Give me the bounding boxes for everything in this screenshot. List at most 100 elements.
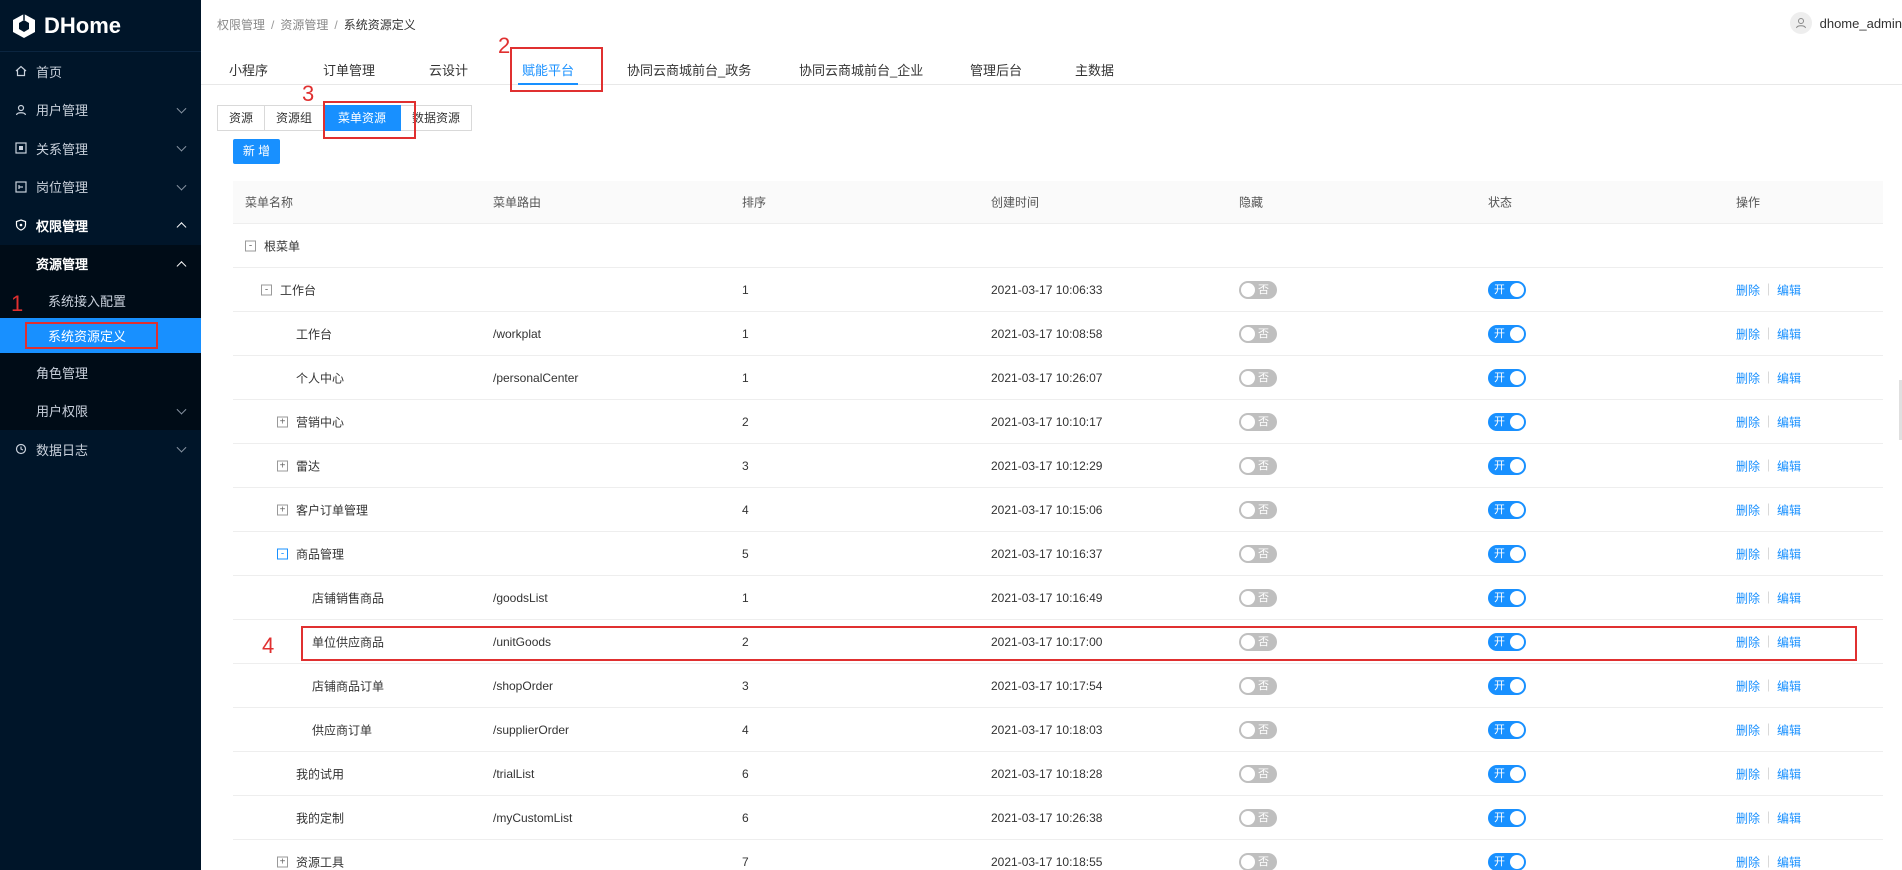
hidden-toggle[interactable]: 否: [1239, 720, 1277, 739]
cell-hidden: 否: [1239, 588, 1277, 607]
table-row: + 雷达 3 2021-03-17 10:12:29 否 开 删除 编辑: [233, 444, 1883, 488]
delete-link[interactable]: 删除: [1736, 281, 1760, 298]
hidden-toggle[interactable]: 否: [1239, 544, 1277, 563]
column-header-route: 菜单路由: [493, 195, 542, 210]
hidden-toggle[interactable]: 否: [1239, 280, 1277, 299]
delete-link[interactable]: 删除: [1736, 501, 1760, 518]
status-toggle[interactable]: 开: [1488, 588, 1526, 607]
sidebar-item-resources[interactable]: 资源管理: [0, 245, 201, 284]
hidden-toggle[interactable]: 否: [1239, 676, 1277, 695]
delete-link[interactable]: 删除: [1736, 369, 1760, 386]
status-toggle[interactable]: 开: [1488, 368, 1526, 387]
status-toggle[interactable]: 开: [1488, 720, 1526, 739]
delete-link[interactable]: 删除: [1736, 545, 1760, 562]
status-toggle[interactable]: 开: [1488, 280, 1526, 299]
hidden-toggle[interactable]: 否: [1239, 368, 1277, 387]
edit-link[interactable]: 编辑: [1777, 765, 1801, 782]
status-toggle[interactable]: 开: [1488, 500, 1526, 519]
delete-link[interactable]: 删除: [1736, 677, 1760, 694]
sidebar-item-data-log[interactable]: 数据日志: [0, 430, 201, 469]
tab-admin-backend[interactable]: 管理后台: [970, 60, 1022, 85]
sidebar-item-user-permissions[interactable]: 用户权限: [0, 392, 201, 431]
tab-miniprogram[interactable]: 小程序: [229, 60, 268, 85]
expand-icon[interactable]: +: [277, 504, 288, 515]
tab-cloud-design[interactable]: 云设计: [429, 60, 468, 85]
status-toggle[interactable]: 开: [1488, 676, 1526, 695]
edit-link[interactable]: 编辑: [1777, 325, 1801, 342]
edit-link[interactable]: 编辑: [1777, 369, 1801, 386]
tab-resource-group[interactable]: 资源组: [265, 105, 325, 131]
delete-link[interactable]: 删除: [1736, 325, 1760, 342]
edit-link[interactable]: 编辑: [1777, 721, 1801, 738]
hidden-toggle[interactable]: 否: [1239, 456, 1277, 475]
cell-order: 2: [742, 634, 749, 649]
hidden-toggle[interactable]: 否: [1239, 808, 1277, 827]
edit-link[interactable]: 编辑: [1777, 633, 1801, 650]
hidden-toggle[interactable]: 否: [1239, 412, 1277, 431]
edit-link[interactable]: 编辑: [1777, 281, 1801, 298]
expand-icon[interactable]: +: [277, 856, 288, 867]
collapse-icon[interactable]: -: [277, 548, 288, 559]
sidebar-item-home[interactable]: 首页: [0, 52, 201, 91]
status-toggle[interactable]: 开: [1488, 456, 1526, 475]
status-toggle[interactable]: 开: [1488, 544, 1526, 563]
delete-link[interactable]: 删除: [1736, 853, 1760, 870]
breadcrumb-item[interactable]: 权限管理: [217, 18, 265, 32]
delete-link[interactable]: 删除: [1736, 457, 1760, 474]
collapse-icon[interactable]: -: [245, 240, 256, 251]
delete-link[interactable]: 删除: [1736, 809, 1760, 826]
sidebar-item-roles[interactable]: 角色管理: [0, 353, 201, 392]
delete-link[interactable]: 删除: [1736, 413, 1760, 430]
edit-link[interactable]: 编辑: [1777, 501, 1801, 518]
delete-link[interactable]: 删除: [1736, 721, 1760, 738]
sidebar-item-system-access[interactable]: 系统接入配置: [0, 283, 201, 318]
edit-link[interactable]: 编辑: [1777, 853, 1801, 870]
toggle-knob: [1510, 722, 1524, 737]
status-toggle[interactable]: 开: [1488, 808, 1526, 827]
tab-mall-enterprise[interactable]: 协同云商城前台_企业: [799, 60, 923, 85]
sidebar-item-positions[interactable]: 岗位管理: [0, 168, 201, 207]
logo[interactable]: DHome: [0, 0, 201, 52]
hidden-toggle[interactable]: 否: [1239, 764, 1277, 783]
hidden-toggle[interactable]: 否: [1239, 500, 1277, 519]
tab-mall-gov[interactable]: 协同云商城前台_政务: [627, 60, 751, 85]
cell-status: 开: [1488, 720, 1526, 739]
status-toggle[interactable]: 开: [1488, 632, 1526, 651]
edit-link[interactable]: 编辑: [1777, 457, 1801, 474]
cell-created: 2021-03-17 10:08:58: [991, 326, 1103, 341]
status-toggle[interactable]: 开: [1488, 324, 1526, 343]
add-button[interactable]: 新 增: [233, 139, 280, 164]
breadcrumb-item[interactable]: 资源管理: [280, 18, 328, 32]
edit-link[interactable]: 编辑: [1777, 677, 1801, 694]
delete-link[interactable]: 删除: [1736, 765, 1760, 782]
sidebar-item-relations[interactable]: 关系管理: [0, 129, 201, 168]
expand-icon[interactable]: +: [277, 460, 288, 471]
edit-link[interactable]: 编辑: [1777, 413, 1801, 430]
status-toggle[interactable]: 开: [1488, 412, 1526, 431]
status-toggle[interactable]: 开: [1488, 764, 1526, 783]
tab-order-management[interactable]: 订单管理: [323, 60, 375, 85]
toggle-knob: [1241, 766, 1255, 781]
table-row: 单位供应商品/unitGoods 2 2021-03-17 10:17:00 否 开 删除…: [233, 620, 1883, 664]
edit-link[interactable]: 编辑: [1777, 589, 1801, 606]
tab-master-data[interactable]: 主数据: [1075, 60, 1114, 85]
divider: [1768, 503, 1770, 516]
delete-link[interactable]: 删除: [1736, 589, 1760, 606]
hidden-toggle[interactable]: 否: [1239, 324, 1277, 343]
edit-link[interactable]: 编辑: [1777, 809, 1801, 826]
sidebar-item-users[interactable]: 用户管理: [0, 91, 201, 130]
status-toggle[interactable]: 开: [1488, 852, 1526, 870]
table-row: + 营销中心 2 2021-03-17 10:10:17 否 开 删除 编辑: [233, 400, 1883, 444]
delete-link[interactable]: 删除: [1736, 633, 1760, 650]
hidden-toggle[interactable]: 否: [1239, 852, 1277, 870]
sidebar-item-permissions[interactable]: 权限管理: [0, 206, 201, 245]
cell-actions: 删除 编辑: [1736, 325, 1801, 342]
cell-hidden: 否: [1239, 852, 1277, 870]
collapse-icon[interactable]: -: [261, 284, 272, 295]
expand-icon[interactable]: +: [277, 416, 288, 427]
edit-link[interactable]: 编辑: [1777, 545, 1801, 562]
user-menu[interactable]: dhome_admin: [1789, 12, 1902, 34]
hidden-toggle[interactable]: 否: [1239, 588, 1277, 607]
tab-resource[interactable]: 资源: [217, 105, 266, 131]
hidden-toggle[interactable]: 否: [1239, 632, 1277, 651]
